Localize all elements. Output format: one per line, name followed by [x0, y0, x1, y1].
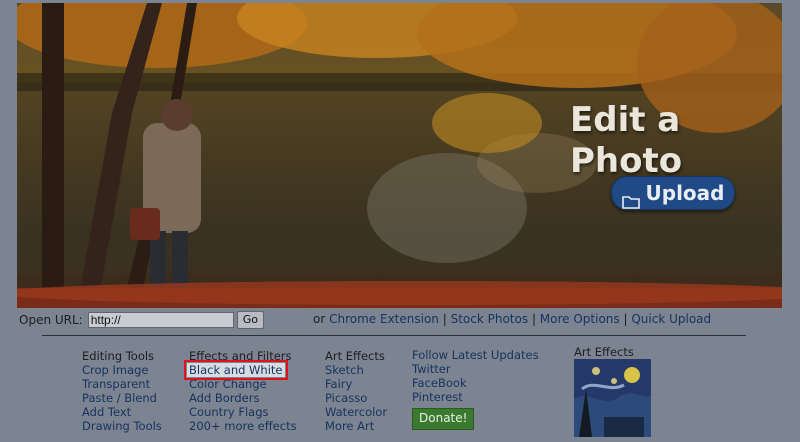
art-effects-column: Art Effects Sketch Fairy Picasso Waterco… [325, 349, 387, 434]
follow-updates-link[interactable]: Follow Latest Updates [412, 348, 539, 363]
hero-banner: Edit a Photo [17, 3, 782, 308]
watercolor-link[interactable]: Watercolor [325, 405, 387, 420]
quick-upload-link[interactable]: Quick Upload [631, 312, 711, 326]
links-prefix: or [313, 312, 326, 326]
open-url-label: Open URL: [19, 313, 83, 327]
crop-image-link[interactable]: Crop Image [82, 363, 162, 378]
folder-icon [621, 186, 640, 209]
more-art-link[interactable]: More Art [325, 419, 387, 434]
chrome-extension-link[interactable]: Chrome Extension [329, 312, 439, 326]
editing-tools-column: Editing Tools Crop Image Transparent Pas… [82, 349, 162, 434]
donate-button[interactable]: Donate! [412, 407, 475, 430]
go-button[interactable]: Go [236, 311, 264, 329]
starry-night-thumbnail[interactable] [574, 359, 651, 437]
transparent-link[interactable]: Transparent [82, 377, 162, 392]
follow-column: Follow Latest Updates Twitter FaceBook P… [412, 348, 539, 430]
picasso-link[interactable]: Picasso [325, 391, 387, 406]
color-change-link[interactable]: Color Change [189, 377, 297, 392]
black-and-white-link[interactable]: Black and White [184, 359, 288, 380]
open-url-bar: Open URL: http:// Go [19, 311, 264, 329]
link-separator: | [442, 312, 451, 326]
facebook-link[interactable]: FaceBook [412, 376, 539, 391]
add-borders-link[interactable]: Add Borders [189, 391, 297, 406]
upload-button-label: Upload [645, 181, 725, 205]
url-input[interactable]: http:// [87, 312, 234, 328]
twitter-link[interactable]: Twitter [412, 362, 539, 377]
sketch-link[interactable]: Sketch [325, 363, 387, 378]
pinterest-link[interactable]: Pinterest [412, 390, 539, 405]
effects-filters-column: Effects and Filters Black and White Colo… [184, 349, 297, 434]
fairy-link[interactable]: Fairy [325, 377, 387, 392]
add-text-link[interactable]: Add Text [82, 405, 162, 420]
column-heading: Art Effects [574, 345, 634, 359]
more-effects-link[interactable]: 200+ more effects [189, 419, 297, 434]
column-heading: Effects and Filters [189, 349, 292, 363]
upload-button[interactable]: Upload [611, 176, 735, 210]
column-heading: Art Effects [325, 349, 385, 363]
quick-links: or Chrome Extension | Stock Photos | Mor… [313, 312, 711, 326]
paste-blend-link[interactable]: Paste / Blend [82, 391, 162, 406]
column-heading: Editing Tools [82, 349, 155, 363]
link-separator: | [531, 312, 540, 326]
art-thumb-column: Art Effects [574, 345, 634, 360]
drawing-tools-link[interactable]: Drawing Tools [82, 419, 162, 434]
more-options-link[interactable]: More Options [540, 312, 620, 326]
hero-title: Edit a Photo [570, 100, 683, 181]
country-flags-link[interactable]: Country Flags [189, 405, 297, 420]
stock-photos-link[interactable]: Stock Photos [451, 312, 529, 326]
divider [42, 335, 746, 336]
